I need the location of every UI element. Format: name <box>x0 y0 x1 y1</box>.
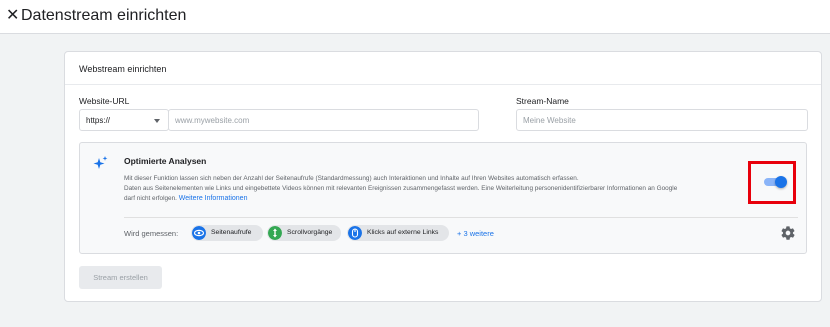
chip-label: Klicks auf externe Links <box>367 229 439 236</box>
chip-label: Scrollvorgänge <box>287 229 333 236</box>
create-stream-button[interactable]: Stream erstellen <box>79 266 162 289</box>
enhanced-analytics-desc-3: darf nicht erfolgen. <box>124 195 177 202</box>
stream-name-label: Stream-Name <box>516 96 569 106</box>
card-title: Webstream einrichten <box>79 64 167 74</box>
more-measurements-link[interactable]: + 3 weitere <box>457 229 494 238</box>
enhanced-analytics-desc-2: Daten aus Seitenelementen wie Links und … <box>124 185 678 192</box>
chip-outbound-clicks[interactable]: Klicks auf externe Links <box>347 225 449 241</box>
mouse-click-icon <box>348 226 362 240</box>
sparkle-icon <box>93 156 108 169</box>
eye-icon <box>192 226 206 240</box>
stream-name-placeholder: Meine Website <box>523 116 576 125</box>
website-url-placeholder: www.mywebsite.com <box>175 116 250 125</box>
card-header: Webstream einrichten <box>65 52 821 85</box>
gear-icon[interactable] <box>780 225 796 241</box>
chip-pageviews[interactable]: Seitenaufrufe <box>191 225 263 241</box>
enhanced-analytics-title: Optimierte Analysen <box>124 156 207 166</box>
enhanced-analytics-desc-1: Mit dieser Funktion lassen sich neben de… <box>124 175 579 182</box>
measured-label: Wird gemessen: <box>124 229 179 238</box>
enhanced-analytics-panel: Optimierte Analysen Mit dieser Funktion … <box>79 142 807 254</box>
website-url-label: Website-URL <box>79 96 130 106</box>
chevron-down-icon <box>154 119 160 123</box>
website-url-input[interactable]: www.mywebsite.com <box>168 109 479 131</box>
toggle-highlight-frame <box>748 161 796 204</box>
protocol-select[interactable]: https:// <box>79 109 169 131</box>
divider <box>124 217 798 218</box>
webstream-setup-card: Webstream einrichten Website-URL https:/… <box>64 51 822 302</box>
chip-label: Seitenaufrufe <box>211 229 252 236</box>
chip-scrolls[interactable]: Scrollvorgänge <box>267 225 341 241</box>
learn-more-link[interactable]: Weitere Informationen <box>179 195 248 202</box>
scroll-icon <box>268 226 282 240</box>
protocol-value: https:// <box>86 116 111 125</box>
top-bar: ✕ Datenstream einrichten <box>0 0 830 34</box>
page-title: Datenstream einrichten <box>21 7 187 24</box>
stream-name-input[interactable]: Meine Website <box>516 109 808 131</box>
enhanced-analytics-desc-3-row: darf nicht erfolgen. Weitere Information… <box>124 194 754 203</box>
